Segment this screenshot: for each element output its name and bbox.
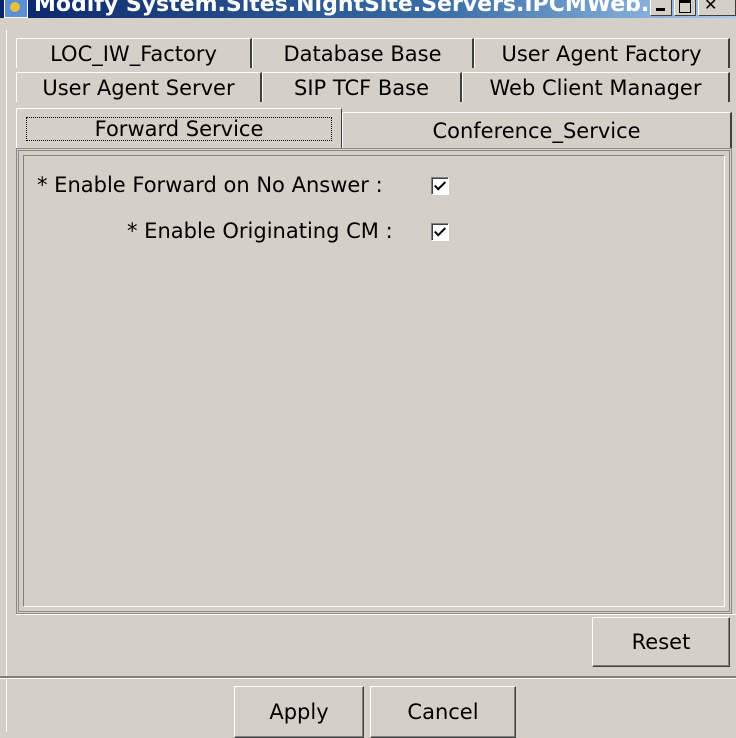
app-icon [4, 0, 28, 18]
tab-label: User Agent Factory [501, 41, 702, 66]
tab-user-agent-factory[interactable]: User Agent Factory [474, 38, 730, 68]
tab-label: SIP TCF Base [293, 75, 429, 100]
enable-forward-on-no-answer-checkbox[interactable] [431, 177, 449, 195]
tab-sip-tcf-base[interactable]: SIP TCF Base [262, 72, 462, 102]
cancel-button-label: Cancel [407, 700, 479, 724]
apply-button-label: Apply [269, 700, 329, 724]
enable-originating-cm-checkbox[interactable] [431, 223, 449, 241]
reset-button-label: Reset [631, 630, 691, 654]
enable-forward-on-no-answer-label: * Enable Forward on No Answer : [37, 173, 383, 197]
forward-service-panel: * Enable Forward on No Answer : * Enable… [16, 148, 732, 614]
maximize-button[interactable] [674, 0, 696, 16]
close-button[interactable] [698, 0, 736, 16]
tab-conference-service[interactable]: Conference_Service [342, 112, 732, 148]
tab-user-agent-server[interactable]: User Agent Server [16, 72, 262, 102]
tab-label: Web Client Manager [489, 75, 702, 100]
tab-loc-iw-factory[interactable]: LOC_IW_Factory [16, 38, 252, 68]
tab-label: User Agent Server [42, 75, 235, 100]
panel-action-bar: Reset [16, 614, 736, 672]
tab-label: Conference_Service [432, 118, 641, 143]
enable-originating-cm-label: * Enable Originating CM : [127, 219, 393, 243]
apply-button[interactable]: Apply [234, 686, 364, 738]
tab-forward-service[interactable]: Forward Service [16, 108, 342, 148]
footer-divider [0, 676, 736, 679]
cancel-button[interactable]: Cancel [370, 686, 516, 738]
window-titlebar: Modify System.Sites.NightSite.Servers.IP… [0, 0, 736, 18]
minimize-button[interactable] [650, 0, 672, 16]
reset-button[interactable]: Reset [592, 617, 730, 667]
tab-label: Forward Service [25, 116, 333, 141]
tab-web-client-manager[interactable]: Web Client Manager [462, 72, 730, 102]
window-title: Modify System.Sites.NightSite.Servers.IP… [34, 0, 675, 17]
tab-label: LOC_IW_Factory [50, 41, 217, 66]
tab-label: Database Base [283, 41, 442, 66]
tab-database-base[interactable]: Database Base [252, 38, 474, 68]
window-frame-edge [0, 30, 7, 732]
